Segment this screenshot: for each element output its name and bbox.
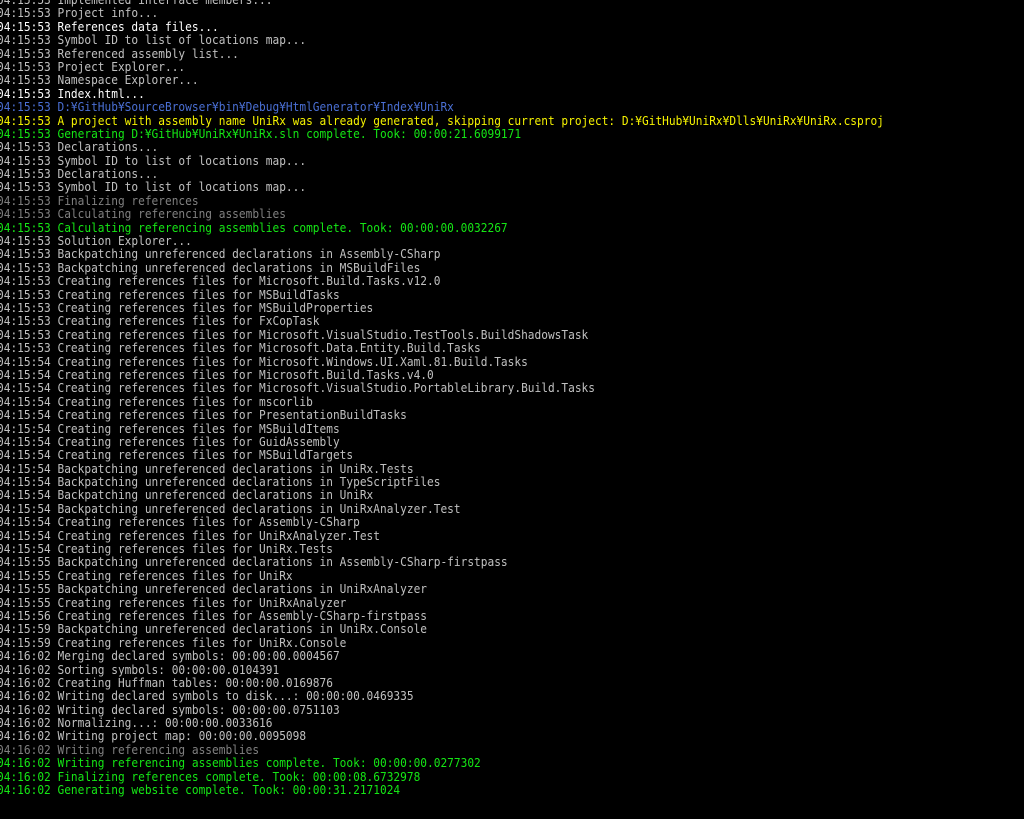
console-line: 04:15:54 Creating references files for m… [0, 395, 313, 409]
console-line: 04:15:53 Creating references files for M… [0, 342, 481, 356]
console-line: 04:16:02 Finalizing references complete.… [0, 770, 421, 784]
console-line: 04:16:02 Writing referencing assemblies … [0, 757, 481, 771]
console-line: 04:15:53 A project with assembly name Un… [0, 114, 884, 128]
console-line: 04:16:02 Generating website complete. To… [0, 784, 401, 798]
console-line: 04:15:54 Backpatching unreferenced decla… [0, 462, 414, 476]
console-line: 04:15:53 Backpatching unreferenced decla… [0, 261, 421, 275]
console-line: 04:16:02 Merging declared symbols: 00:00… [0, 650, 340, 664]
console-line: 04:15:53 Referenced assembly list... [0, 47, 239, 61]
console-line: 04:15:59 Backpatching unreferenced decla… [0, 623, 428, 637]
console-line: 04:15:53 Creating references files for M… [0, 275, 441, 289]
console-line: 04:15:53 Creating references files for M… [0, 301, 374, 315]
console-line: 04:15:55 Backpatching unreferenced decla… [0, 556, 508, 570]
console-line: 04:15:54 Creating references files for G… [0, 435, 340, 449]
console-line: 04:16:02 Writing declared symbols to dis… [0, 690, 414, 704]
console-line: 04:15:54 Backpatching unreferenced decla… [0, 476, 441, 490]
console-line: 04:16:02 Writing declared symbols: 00:00… [0, 703, 340, 717]
console-line: 04:15:54 Creating references files for U… [0, 529, 380, 543]
console-line: 04:15:53 Generating D:¥GitHub¥UniRx¥UniR… [0, 127, 522, 141]
console-line: 04:15:59 Creating references files for U… [0, 636, 347, 650]
console-line: 04:15:54 Creating references files for M… [0, 368, 434, 382]
console-line: 04:15:53 Symbol ID to list of locations … [0, 181, 307, 195]
console-line: 04:15:54 Creating references files for P… [0, 409, 407, 423]
console-line: 04:15:54 Creating references files for M… [0, 449, 354, 463]
console-line: 04:16:02 Sorting symbols: 00:00:00.01043… [0, 663, 280, 677]
console-line: 04:15:53 Creating references files for F… [0, 315, 320, 329]
console-line: 04:15:53 Creating references files for M… [0, 328, 589, 342]
console-line: 04:16:02 Normalizing...: 00:00:00.003361… [0, 717, 273, 731]
console-line: 04:15:53 Index.html... [0, 87, 145, 101]
console-line: 04:16:02 Writing project map: 00:00:00.0… [0, 730, 307, 744]
console-line: 04:15:53 Solution Explorer... [0, 235, 192, 249]
console-line: 04:15:53 D:¥GitHub¥SourceBrowser¥bin¥Deb… [0, 101, 454, 115]
console-line: 04:15:54 Backpatching unreferenced decla… [0, 489, 374, 503]
console-line: 04:15:53 Namespace Explorer... [0, 74, 199, 88]
console-line: 04:15:53 Creating references files for M… [0, 288, 340, 302]
console-line: 04:15:54 Creating references files for M… [0, 382, 595, 396]
console-line: 04:15:53 References data files... [0, 20, 219, 34]
console-line: 04:15:54 Creating references files for M… [0, 422, 340, 436]
console-line: 04:15:53 Declarations... [0, 168, 159, 182]
console-line: 04:16:02 Creating Huffman tables: 00:00:… [0, 676, 333, 690]
console-line: 04:15:55 Backpatching unreferenced decla… [0, 583, 428, 597]
console-line: 04:15:53 Backpatching unreferenced decla… [0, 248, 441, 262]
console-line: 04:15:53 Project info... [0, 7, 159, 21]
console-line: 04:15:54 Creating references files for U… [0, 543, 333, 557]
console-line: 04:15:55 Creating references files for U… [0, 596, 347, 610]
console-line: 04:15:53 Project Explorer... [0, 60, 186, 74]
console-output: 04:15:53 Implemented interface members..… [0, 0, 1024, 819]
console-line: 04:15:54 Backpatching unreferenced decla… [0, 502, 461, 516]
console-line: 04:15:53 Calculating referencing assembl… [0, 208, 286, 222]
console-line: 04:15:53 Symbol ID to list of locations … [0, 34, 307, 48]
console-line: 04:15:53 Declarations... [0, 141, 159, 155]
console-line: 04:15:54 Creating references files for M… [0, 355, 528, 369]
console-line: 04:16:02 Writing referencing assemblies [0, 743, 260, 757]
console-line: 04:15:54 Creating references files for A… [0, 516, 360, 530]
console-line: 04:15:53 Calculating referencing assembl… [0, 221, 508, 235]
console-line: 04:15:53 Finalizing references [0, 194, 199, 208]
console-line: 04:15:53 Implemented interface members..… [0, 0, 273, 7]
console-line: 04:15:56 Creating references files for A… [0, 609, 428, 623]
console-line: 04:15:55 Creating references files for U… [0, 569, 293, 583]
console-line: 04:15:53 Symbol ID to list of locations … [0, 154, 307, 168]
